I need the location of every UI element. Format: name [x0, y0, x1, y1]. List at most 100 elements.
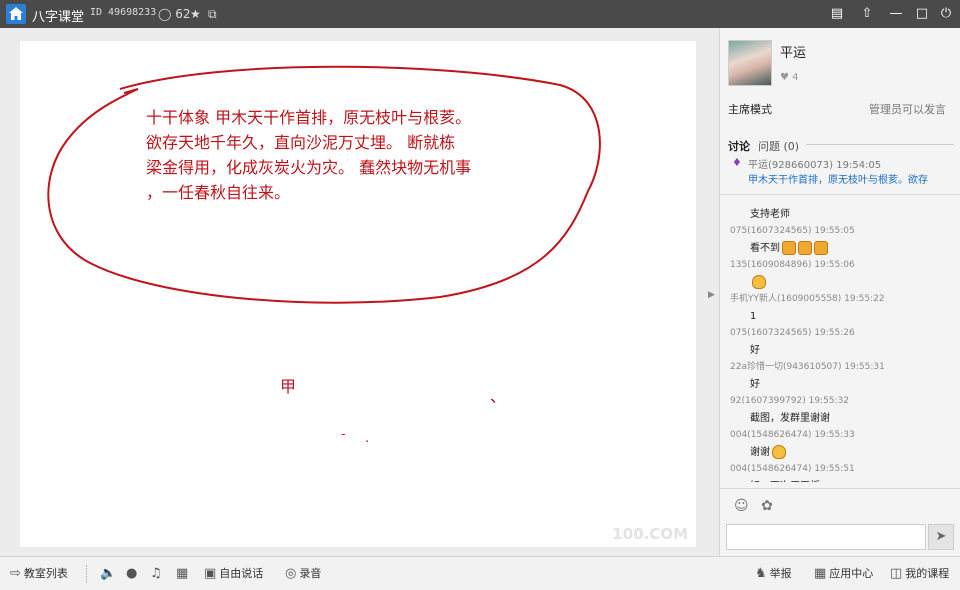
pinned-message: ♦ 平运(928660073) 19:54:05 甲木天干作首排，原无枝叶与根荄…	[728, 156, 956, 186]
my-courses-button[interactable]: ◫ 我的课程	[890, 566, 949, 582]
chat-list[interactable]: 支持老师 075(1607324565) 19:55:05 看不到 135(16090…	[730, 206, 955, 482]
chat-message: 好	[730, 376, 955, 393]
record-icon: ◎	[285, 566, 297, 581]
tab-question-label: 问题	[758, 140, 780, 153]
side-panel: 平运 ♥ 4 主席模式 管理员可以发言 讨论 问题 (0) ♦ 平运(92866…	[719, 28, 960, 556]
chat-message: 好	[730, 342, 955, 359]
mic-icon[interactable]: ●	[126, 566, 140, 582]
exit-icon: ⇨	[10, 566, 21, 581]
chat-input[interactable]	[726, 524, 926, 550]
collapse-arrow-icon[interactable]: ▶	[708, 290, 715, 300]
report-label: 举报	[769, 567, 792, 580]
chat-meta: 92(1607399792) 19:55:32	[730, 393, 955, 410]
power-icon[interactable]: ⏻	[936, 4, 956, 24]
title-bar: 八字课堂 ID 49698233 ◯ 62 ★ ⧉ ▤ ⇧ — □ ⏻	[0, 0, 960, 28]
tab-discuss[interactable]: 讨论	[728, 138, 750, 154]
emoji-icon	[814, 241, 828, 255]
chat-text: 看不到	[750, 243, 780, 254]
send-button[interactable]: ➤	[928, 524, 954, 550]
emoji-icon	[772, 445, 786, 459]
book-icon: ◫	[890, 566, 903, 581]
chat-text: 支持老师	[750, 209, 790, 220]
tab-question[interactable]: 问题 (0)	[758, 138, 799, 154]
menu-icon[interactable]: ▤	[827, 4, 847, 24]
free-talk-button[interactable]: ▣ 自由说话	[204, 566, 263, 582]
ink-mark: .	[365, 431, 370, 446]
app-title: 八字课堂	[32, 10, 85, 25]
online-users: ◯ 62	[158, 5, 191, 23]
heart-icon: ♥	[780, 72, 789, 83]
maximize-icon[interactable]: □	[912, 4, 932, 24]
chat-message	[730, 274, 955, 291]
chat-text: 1	[750, 311, 757, 322]
divider	[806, 144, 954, 145]
divider	[86, 565, 87, 583]
whiteboard[interactable]: 十干体象 甲木天干作首排，原无枝叶与根荄。 欲存天地千年久，直向沙泥万丈埋。 断…	[20, 41, 696, 547]
chat-sender: 004(1548626474) 19:55:51	[730, 464, 855, 474]
report-icon: ♞	[755, 566, 767, 581]
skin-icon[interactable]: ⇧	[857, 4, 877, 24]
app-center-button[interactable]: ▦ 应用中心	[814, 566, 873, 582]
like-count: 4	[792, 72, 799, 83]
chat-sender: 92(1607399792) 19:55:32	[730, 396, 850, 406]
chat-text: 截图，发群里谢谢	[750, 413, 830, 424]
chat-message: 支持老师	[730, 206, 955, 223]
chat-sender: 手机YY新人(1609005558) 19:55:22	[730, 294, 885, 304]
bottom-toolbar: ⇨ 教室列表 🔈 ● ♫ ▦ ▣ 自由说话 ◎ 录音 ♞ 举报 ▦ 应用中心 ◫ 我的课程	[0, 556, 960, 590]
class-list-label: 教室列表	[23, 567, 68, 580]
chat-meta: 075(1607324565) 19:55:05	[730, 223, 955, 240]
chat-sender: 075(1607324565) 19:55:05	[730, 226, 855, 236]
share-icon[interactable]: ⧉	[208, 5, 217, 23]
flower-icon[interactable]: ✿	[761, 498, 773, 514]
poem-line: 十干体象 甲木天干作首排，原无枝叶与根荄。	[146, 108, 472, 127]
speaker-icon[interactable]: 🔈	[100, 566, 119, 582]
report-button[interactable]: ♞ 举报	[755, 566, 792, 582]
chat-message: 看不到	[730, 240, 955, 257]
likes[interactable]: ♥ 4	[780, 72, 799, 83]
chat-text: 好，下次用平板	[750, 481, 820, 482]
chat-meta: 22a珍惜一切(943610507) 19:55:31	[730, 359, 955, 376]
poem-text: 十干体象 甲木天干作首排，原无枝叶与根荄。 欲存天地千年久，直向沙泥万丈埋。 断…	[146, 105, 566, 205]
divider	[720, 194, 960, 195]
ink-mark: -	[341, 427, 346, 442]
class-list-button[interactable]: ⇨ 教室列表	[10, 566, 68, 582]
my-courses-label: 我的课程	[905, 567, 950, 580]
chat-sender: 075(1607324565) 19:55:26	[730, 328, 855, 338]
poem-line: 欲存天地千年久，直向沙泥万丈埋。 断就栋	[146, 133, 456, 152]
loose-char: 甲	[280, 377, 297, 396]
chat-meta: 004(1548626474) 19:55:33	[730, 427, 955, 444]
emoji-icon[interactable]: ☺	[734, 498, 749, 514]
chat-text: 谢谢	[750, 447, 770, 458]
gift-icon: ♦	[732, 156, 742, 169]
minimize-icon[interactable]: —	[886, 4, 906, 24]
chat-message: 谢谢	[730, 444, 955, 461]
record-label: 录音	[299, 567, 322, 580]
online-count: 62	[175, 7, 191, 21]
chat-meta: 135(1609084896) 19:55:06	[730, 257, 955, 274]
whiteboard-area: 十干体象 甲木天干作首排，原无枝叶与根荄。 欲存天地千年久，直向沙泥万丈埋。 断…	[0, 28, 716, 556]
question-count: (0)	[783, 140, 800, 153]
chat-meta: 004(1548626474) 19:55:51	[730, 461, 955, 478]
mixer-icon[interactable]: ▦	[176, 566, 191, 582]
music-icon[interactable]: ♫	[150, 566, 165, 582]
avatar[interactable]	[728, 40, 772, 86]
room-id: ID 49698233	[90, 7, 157, 18]
chat-message: 好，下次用平板	[730, 478, 955, 482]
star-icon[interactable]: ★	[190, 5, 201, 23]
chat-sender: 22a珍惜一切(943610507) 19:55:31	[730, 362, 885, 372]
pinned-meta: 平运(928660073) 19:54:05	[748, 160, 882, 171]
divider	[720, 488, 960, 489]
chat-sender: 004(1548626474) 19:55:33	[730, 430, 855, 440]
watermark: 100.COM	[612, 525, 688, 543]
grid-icon: ▦	[814, 566, 827, 581]
user-icon: ◯	[158, 7, 172, 21]
chat-message: 截图，发群里谢谢	[730, 410, 955, 427]
teacher-name: 平运	[780, 46, 807, 61]
home-icon[interactable]	[6, 4, 26, 24]
app-center-label: 应用中心	[829, 567, 874, 580]
emoji-icon	[782, 241, 796, 255]
chat-meta: 075(1607324565) 19:55:26	[730, 325, 955, 342]
emoji-icon	[752, 275, 766, 289]
permission-note: 管理员可以发言	[869, 103, 946, 116]
record-button[interactable]: ◎ 录音	[285, 566, 321, 582]
